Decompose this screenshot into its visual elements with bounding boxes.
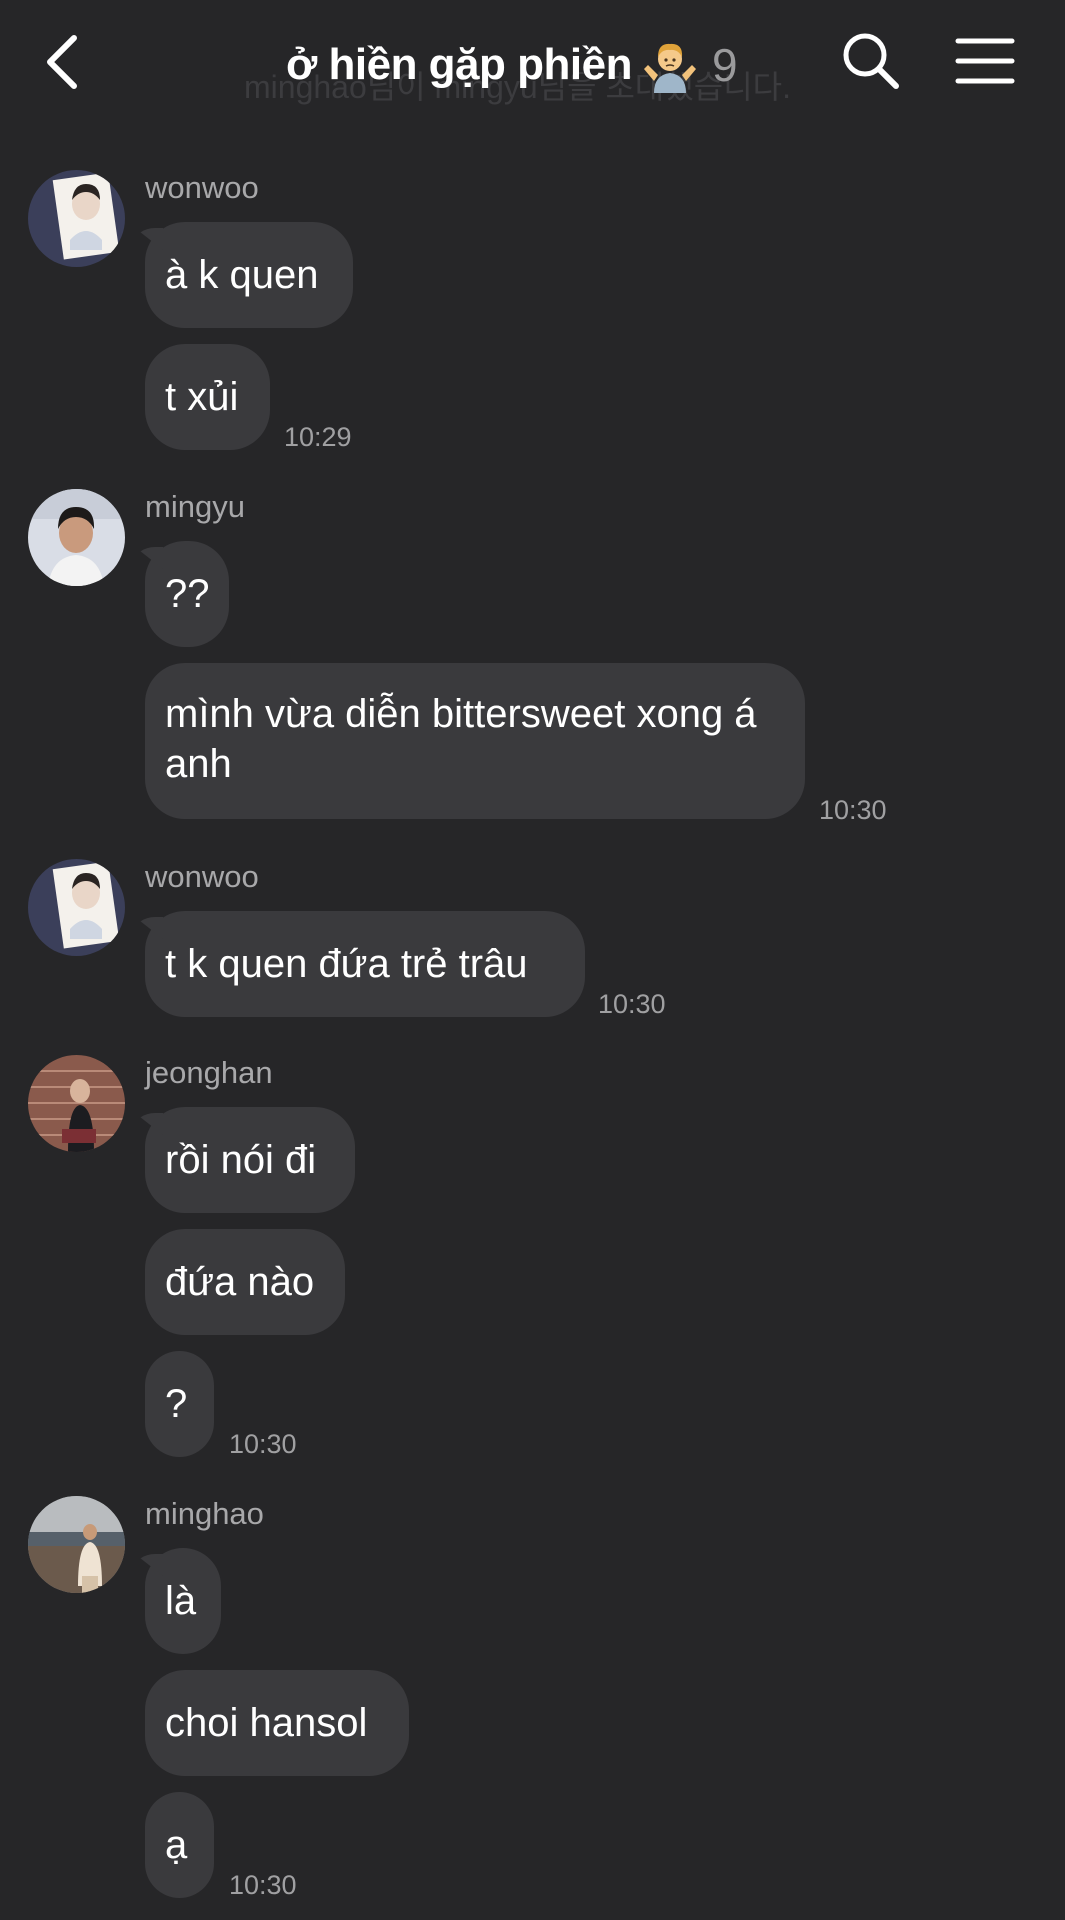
message-bubble[interactable]: ạ <box>145 1792 214 1898</box>
message-bubble[interactable]: ? <box>145 1351 214 1457</box>
message-time: 10:29 <box>284 422 352 452</box>
avatar[interactable] <box>28 489 125 586</box>
menu-button[interactable] <box>955 36 1015 86</box>
message-time: 10:30 <box>819 795 887 825</box>
message-bubble[interactable]: t xủi <box>145 344 270 450</box>
message-time: 10:30 <box>229 1429 297 1459</box>
person-shrugging-emoji <box>643 43 696 93</box>
message-bubble[interactable]: à k quen <box>145 222 353 328</box>
sender-name: wonwoo <box>145 170 259 205</box>
sender-name: mingyu <box>145 489 245 524</box>
message-time: 10:30 <box>229 1870 297 1900</box>
chevron-left-icon <box>47 35 77 89</box>
message-bubble[interactable]: là <box>145 1548 221 1654</box>
message-bubble[interactable]: ?? <box>145 541 229 647</box>
back-button[interactable] <box>40 30 90 94</box>
avatar[interactable] <box>28 170 125 267</box>
message-bubble[interactable]: mình vừa diễn bittersweet xong á anh <box>145 663 805 819</box>
sender-name: wonwoo <box>145 859 259 894</box>
message-bubble[interactable]: t k quen đứa trẻ trâu <box>145 911 585 1017</box>
avatar[interactable] <box>28 1496 125 1593</box>
hamburger-menu-icon <box>955 38 1015 84</box>
message-bubble[interactable]: choi hansol <box>145 1670 409 1776</box>
search-button[interactable] <box>840 30 902 92</box>
sender-name: minghao <box>145 1496 264 1531</box>
search-icon <box>843 33 899 89</box>
chat-title: ở hiền gặp phiền <box>286 40 632 89</box>
message-time: 10:30 <box>598 989 666 1019</box>
sender-name: jeonghan <box>145 1055 273 1090</box>
avatar[interactable] <box>28 1055 125 1152</box>
message-bubble[interactable]: rồi nói đi <box>145 1107 355 1213</box>
avatar[interactable] <box>28 859 125 956</box>
chat-title-area[interactable]: ở hiền gặp phiền 9 <box>286 30 738 100</box>
member-count: 9 <box>711 39 738 91</box>
chat-header: minghao님이 mingyu님을 초대했습니다. ở hiền gặp ph… <box>0 0 1065 130</box>
message-bubble[interactable]: đứa nào <box>145 1229 345 1335</box>
